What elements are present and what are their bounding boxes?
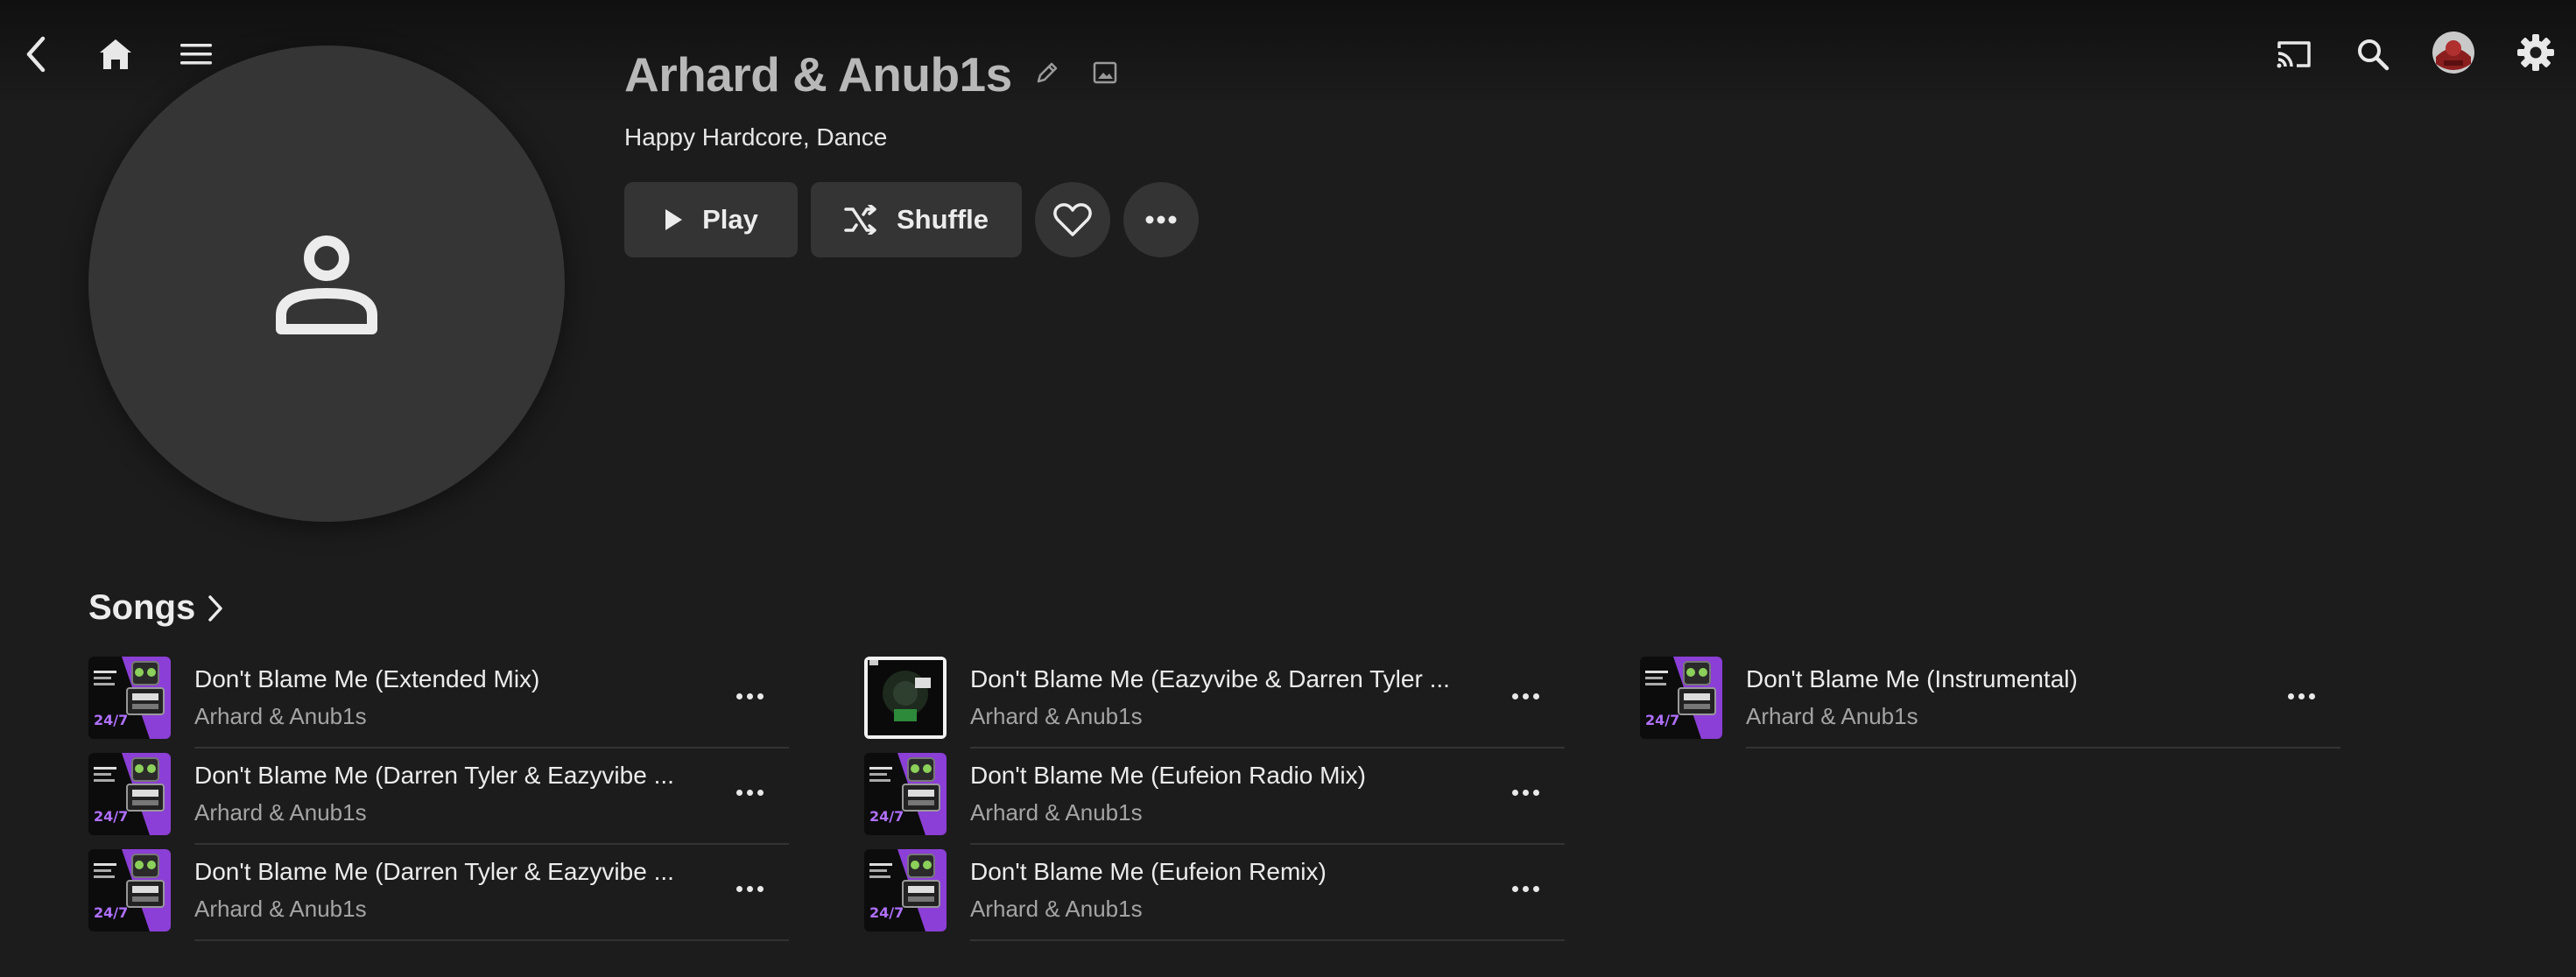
song-info: Don't Blame Me (Darren Tyler & Eazyvibe … bbox=[194, 751, 789, 845]
song-info: Don't Blame Me (Eufeion Radio Mix) Arhar… bbox=[970, 751, 1565, 845]
home-button[interactable] bbox=[89, 28, 142, 81]
songs-section-link[interactable]: Songs bbox=[88, 588, 223, 628]
song-title: Don't Blame Me (Instrumental) bbox=[1746, 665, 2078, 692]
more-options-button[interactable] bbox=[1123, 182, 1199, 257]
image-icon bbox=[1093, 61, 1116, 84]
song-row[interactable]: 24/7 Don't Blame Me (Eufeion Radio Mix) … bbox=[864, 751, 1565, 847]
play-button[interactable]: Play bbox=[624, 182, 798, 257]
settings-button[interactable] bbox=[2509, 26, 2562, 79]
gear-icon bbox=[2517, 34, 2554, 71]
artist-image bbox=[88, 46, 565, 522]
home-icon bbox=[100, 39, 131, 69]
svg-text:24/7: 24/7 bbox=[94, 904, 128, 921]
svg-text:24/7: 24/7 bbox=[869, 904, 904, 921]
song-more-button[interactable] bbox=[728, 779, 771, 805]
play-icon bbox=[665, 209, 683, 230]
album-art: 24/7 bbox=[88, 753, 171, 835]
song-more-button[interactable] bbox=[728, 875, 771, 902]
song-artist: Arhard & Anub1s bbox=[970, 703, 1143, 729]
song-info: Don't Blame Me (Eufeion Remix) Arhard & … bbox=[970, 847, 1565, 941]
album-art: 24/7 bbox=[88, 657, 171, 739]
edit-image-button[interactable] bbox=[1080, 48, 1130, 97]
chevron-right-icon bbox=[208, 594, 222, 622]
song-info: Don't Blame Me (Eazyvibe & Darren Tyler … bbox=[970, 655, 1565, 749]
svg-text:24/7: 24/7 bbox=[1645, 712, 1679, 728]
song-more-button[interactable] bbox=[1503, 683, 1547, 709]
album-art: 24/7 bbox=[88, 849, 171, 931]
songs-grid: 24/7 Don't Blame Me (Extended Mix) Arhar… bbox=[88, 655, 2340, 944]
chevron-left-icon bbox=[26, 36, 46, 73]
song-title: Don't Blame Me (Eazyvibe & Darren Tyler … bbox=[970, 665, 1450, 692]
artist-genres: Happy Hardcore, Dance bbox=[624, 123, 888, 151]
album-art: 24/7 bbox=[864, 753, 947, 835]
album-art: 24/7 bbox=[1640, 657, 1722, 739]
shuffle-icon bbox=[844, 205, 876, 235]
song-info: Don't Blame Me (Extended Mix) Arhard & A… bbox=[194, 655, 789, 749]
favorite-button[interactable] bbox=[1035, 182, 1110, 257]
artist-name: Arhard & Anub1s bbox=[624, 47, 1012, 102]
song-row[interactable]: 24/7 Don't Blame Me (Instrumental) Arhar… bbox=[1640, 655, 2340, 751]
song-artist: Arhard & Anub1s bbox=[970, 896, 1143, 922]
song-title: Don't Blame Me (Eufeion Radio Mix) bbox=[970, 762, 1366, 789]
song-artist: Arhard & Anub1s bbox=[194, 799, 367, 826]
song-title: Don't Blame Me (Extended Mix) bbox=[194, 665, 540, 692]
edit-button[interactable] bbox=[1023, 48, 1072, 97]
song-more-button[interactable] bbox=[1503, 875, 1547, 902]
song-row[interactable]: Don't Blame Me (Eazyvibe & Darren Tyler … bbox=[864, 655, 1565, 751]
album-art: 24/7 bbox=[864, 849, 947, 931]
shuffle-button[interactable]: Shuffle bbox=[811, 182, 1022, 257]
more-horizontal-icon bbox=[1145, 215, 1177, 224]
song-row[interactable]: 24/7 Don't Blame Me (Darren Tyler & Eazy… bbox=[88, 847, 789, 944]
person-icon bbox=[276, 235, 377, 334]
song-artist: Arhard & Anub1s bbox=[194, 703, 367, 729]
song-artist: Arhard & Anub1s bbox=[970, 799, 1143, 826]
user-avatar[interactable] bbox=[2427, 26, 2480, 79]
play-label: Play bbox=[702, 204, 758, 235]
svg-text:24/7: 24/7 bbox=[94, 712, 128, 728]
hamburger-menu-icon bbox=[180, 44, 212, 65]
song-info: Don't Blame Me (Darren Tyler & Eazyvibe … bbox=[194, 847, 789, 941]
shuffle-label: Shuffle bbox=[896, 204, 989, 235]
user-avatar-icon bbox=[2432, 32, 2474, 74]
cast-button[interactable] bbox=[2268, 28, 2320, 81]
song-artist: Arhard & Anub1s bbox=[194, 896, 367, 922]
pencil-icon bbox=[1037, 62, 1057, 83]
song-artist: Arhard & Anub1s bbox=[1746, 703, 1918, 729]
back-button[interactable] bbox=[11, 28, 63, 81]
search-icon bbox=[2358, 39, 2389, 71]
song-info: Don't Blame Me (Instrumental) Arhard & A… bbox=[1746, 655, 2340, 749]
cast-icon bbox=[2277, 41, 2311, 68]
song-more-button[interactable] bbox=[1503, 779, 1547, 805]
song-more-button[interactable] bbox=[728, 683, 771, 709]
heart-icon bbox=[1053, 203, 1092, 236]
album-art bbox=[864, 657, 947, 739]
song-row[interactable]: 24/7 Don't Blame Me (Extended Mix) Arhar… bbox=[88, 655, 789, 751]
song-title: Don't Blame Me (Eufeion Remix) bbox=[970, 858, 1327, 885]
svg-text:24/7: 24/7 bbox=[94, 808, 128, 825]
search-button[interactable] bbox=[2347, 28, 2399, 81]
song-title: Don't Blame Me (Darren Tyler & Eazyvibe … bbox=[194, 858, 674, 885]
songs-section-title: Songs bbox=[88, 588, 196, 627]
song-row[interactable]: 24/7 Don't Blame Me (Eufeion Remix) Arha… bbox=[864, 847, 1565, 944]
svg-text:24/7: 24/7 bbox=[869, 808, 904, 825]
songs-column: 24/7 Don't Blame Me (Instrumental) Arhar… bbox=[1640, 655, 2340, 751]
song-title: Don't Blame Me (Darren Tyler & Eazyvibe … bbox=[194, 762, 674, 789]
songs-column: Don't Blame Me (Eazyvibe & Darren Tyler … bbox=[864, 655, 1565, 944]
song-more-button[interactable] bbox=[2279, 683, 2323, 709]
song-row[interactable]: 24/7 Don't Blame Me (Darren Tyler & Eazy… bbox=[88, 751, 789, 847]
songs-column: 24/7 Don't Blame Me (Extended Mix) Arhar… bbox=[88, 655, 789, 944]
